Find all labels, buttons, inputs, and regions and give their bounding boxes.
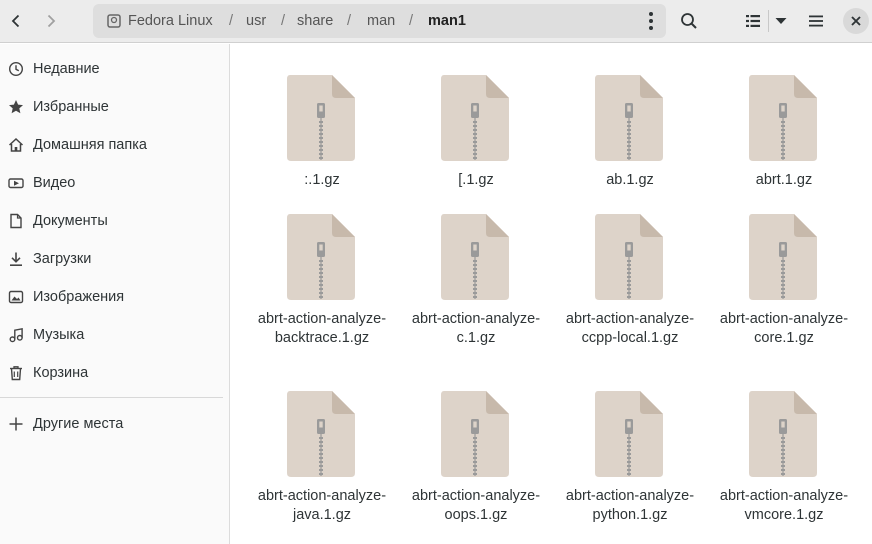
archive-file-icon [441,75,509,161]
sidebar-item-other-locations[interactable]: Другие места [0,406,229,442]
file-name: abrt-action-analyze-backtrace.1.gz [257,311,387,346]
breadcrumb-man[interactable]: man [367,4,395,38]
home-icon [8,137,24,152]
sidebar-item-label: Музыка [33,327,85,343]
image-icon [8,290,24,304]
main-menu-button[interactable] [800,5,832,37]
file-name: abrt-action-analyze-c.1.gz [411,311,541,346]
archive-file-icon [595,391,663,477]
sidebar-item-pictures[interactable]: Изображения [0,279,229,315]
file-name: [.1.gz [458,172,494,188]
archive-file-icon [595,214,663,300]
sidebar-item-documents[interactable]: Документы [0,203,229,239]
file-name: :.1.gz [304,172,340,188]
archive-file-icon [441,391,509,477]
breadcrumb-share[interactable]: share [297,4,333,38]
breadcrumb-separator: / [229,13,234,29]
file-name: abrt-action-analyze-python.1.gz [565,488,695,523]
file-grid: :.1.gz [.1.gz ab.1.gz abrt.1.gz abrt-action-… [231,44,872,544]
breadcrumb-usr[interactable]: usr [246,4,266,38]
back-button[interactable] [0,5,32,37]
archive-file-icon [749,391,817,477]
view-options-button[interactable] [765,5,797,37]
sidebar-item-label: Корзина [33,365,89,381]
triangle-down-icon [775,18,787,24]
chevron-right-icon [47,14,56,28]
search-button[interactable] [673,5,705,37]
plus-icon [9,417,23,431]
forward-button[interactable] [35,5,67,37]
breadcrumb-current[interactable]: man1 [428,4,466,38]
sidebar-item-downloads[interactable]: Загрузки [0,241,229,277]
sidebar-item-label: Домашняя папка [33,137,147,153]
sidebar-item-label: Другие места [33,416,124,432]
file-name: abrt-action-analyze-oops.1.gz [411,488,541,523]
sidebar-item-music[interactable]: Музыка [0,317,229,353]
breadcrumb-separator: / [281,13,286,29]
archive-file-icon [749,214,817,300]
file-name: abrt-action-analyze-ccpp-local.1.gz [565,311,695,346]
sidebar-item-label: Загрузки [33,251,92,267]
sidebar-item-label: Видео [33,175,76,191]
music-icon [9,327,23,343]
video-icon [8,178,24,189]
vertical-dots-icon [649,12,653,30]
sidebar-item-recent[interactable]: Недавние [0,51,229,87]
path-bar: Fedora Linux / usr / share / man / man1 [93,4,666,38]
sidebar-item-starred[interactable]: Избранные [0,89,229,125]
close-button[interactable] [843,8,869,34]
sidebar-item-label: Недавние [33,61,100,77]
breadcrumb-separator: / [409,13,414,29]
chevron-left-icon [11,14,20,28]
trash-icon [10,366,22,381]
sidebar-item-label: Документы [33,213,108,229]
archive-file-icon [749,75,817,161]
file-name: abrt-action-analyze-vmcore.1.gz [719,488,849,523]
archive-file-icon [287,75,355,161]
download-icon [10,252,22,266]
header-bar: Fedora Linux / usr / share / man / man1 [0,0,872,43]
sidebar-divider [0,397,223,398]
breadcrumb-root[interactable]: Fedora Linux [128,4,213,38]
archive-file-icon [595,75,663,161]
search-icon [681,13,697,29]
breadcrumb-separator: / [347,13,352,29]
archive-file-icon [441,214,509,300]
close-icon [851,16,861,26]
file-name: abrt.1.gz [755,172,813,188]
star-icon [9,100,23,114]
sidebar-item-label: Изображения [33,289,125,305]
sidebar: Недавние Избранные Домашняя папка Видео … [0,44,230,544]
sidebar-item-trash[interactable]: Корзина [0,355,229,391]
file-name: ab.1.gz [606,172,654,188]
archive-file-icon [287,214,355,300]
sidebar-item-videos[interactable]: Видео [0,165,229,201]
path-menu-button[interactable] [639,9,663,33]
list-view-icon [746,15,760,27]
sidebar-item-label: Избранные [33,99,109,115]
hamburger-icon [809,15,823,27]
drive-icon [107,14,121,28]
archive-file-icon [287,391,355,477]
file-name: abrt-action-analyze-java.1.gz [257,488,387,523]
file-name: abrt-action-analyze-core.1.gz [719,311,849,346]
sidebar-item-home[interactable]: Домашняя папка [0,127,229,163]
document-icon [10,213,22,229]
clock-icon [8,61,24,77]
